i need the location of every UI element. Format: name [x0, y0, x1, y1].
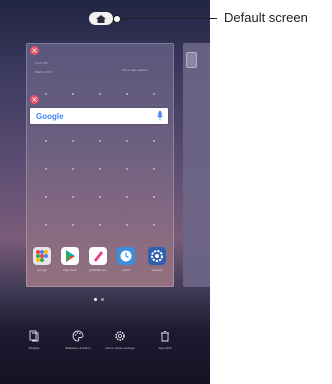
grid-dots-row	[33, 140, 167, 142]
home-screen-settings-button[interactable]: Home screen settings	[100, 330, 140, 350]
home-screen-settings-label: Home screen settings	[105, 346, 135, 350]
app-label: Play Store	[63, 268, 77, 272]
clock-widget-time: 11:27 AM	[35, 61, 48, 65]
default-screen-button[interactable]	[89, 12, 113, 25]
trash-icon	[161, 331, 169, 342]
grid-dots-row	[33, 168, 167, 170]
phone-screen: × 11:27 AM WED, 3 OCT Tap to add weather…	[0, 0, 210, 384]
play-store-icon	[66, 250, 75, 262]
app-settings[interactable]	[148, 247, 166, 265]
app-quickmemo[interactable]	[89, 247, 107, 265]
quickmemo-icon	[94, 251, 103, 262]
app-label: Clock	[122, 268, 130, 272]
google-search-widget[interactable]: Google	[30, 108, 168, 124]
widgets-label: Widgets	[28, 346, 40, 350]
widgets-icon	[29, 330, 39, 342]
app-label: Google	[37, 268, 47, 272]
mic-icon[interactable]	[157, 111, 163, 121]
wallpaper-theme-label: Wallpaper & theme	[65, 346, 91, 350]
app-google-folder[interactable]	[33, 247, 51, 265]
callout-label: Default screen	[224, 10, 308, 25]
grid-dots-row	[33, 196, 167, 198]
gear-icon	[151, 250, 163, 262]
next-home-screen-preview[interactable]	[183, 43, 210, 287]
weather-widget-hint: Tap to add weather	[122, 68, 148, 72]
app-play-store[interactable]	[61, 247, 79, 265]
page-dot-active	[94, 298, 97, 301]
remove-search-widget-icon[interactable]: ×	[30, 95, 39, 104]
app-trash-button[interactable]: App trash	[145, 330, 185, 350]
settings-gear-icon	[115, 331, 125, 341]
app-label: Settings	[151, 268, 163, 272]
callout-marker	[113, 15, 121, 23]
wallpaper-theme-button[interactable]: Wallpaper & theme	[58, 330, 98, 350]
grid-dots-row	[33, 224, 167, 226]
page-dot	[101, 298, 104, 301]
app-label: QuickMemo+	[89, 268, 107, 272]
callout-line	[120, 18, 217, 19]
google-folder-icon	[36, 250, 48, 262]
app-clock[interactable]	[117, 247, 135, 265]
app-trash-label: App trash	[158, 346, 172, 350]
clock-widget-date: WED, 3 OCT	[35, 70, 53, 74]
palette-icon	[72, 330, 84, 342]
remove-widget-icon[interactable]: ×	[30, 46, 39, 55]
page-indicator	[94, 298, 104, 301]
widgets-button[interactable]: Widgets	[14, 330, 54, 350]
next-screen-app-icon	[186, 52, 197, 68]
clock-icon	[120, 250, 132, 262]
grid-dots-row	[33, 93, 167, 95]
home-icon	[96, 14, 106, 23]
google-logo: Google	[36, 112, 64, 121]
